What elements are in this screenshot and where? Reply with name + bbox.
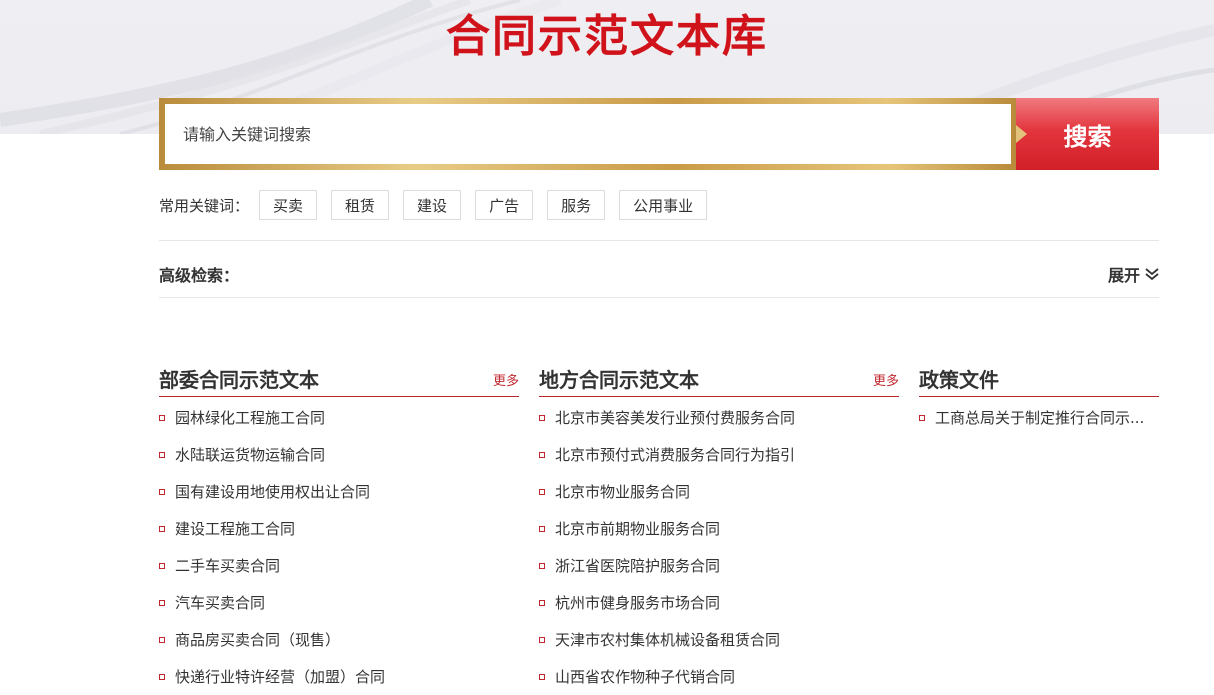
column-title: 政策文件	[919, 368, 999, 392]
square-bullet-icon	[159, 414, 165, 421]
common-keywords: 常用关键词： 买卖 租赁 建设 广告 服务 公用事业	[159, 190, 721, 220]
list-item[interactable]: 天津市农村集体机械设备租赁合同	[539, 621, 899, 658]
item-label: 二手车买卖合同	[175, 557, 281, 575]
expand-label: 展开	[1108, 266, 1141, 285]
column-title: 地方合同示范文本	[539, 368, 699, 392]
divider	[159, 297, 1159, 298]
column-header: 部委合同示范文本 更多	[159, 360, 519, 397]
column-title: 部委合同示范文本	[159, 368, 319, 392]
list-item[interactable]: 建设工程施工合同	[159, 510, 519, 547]
square-bullet-icon	[539, 562, 545, 569]
search-button[interactable]: 搜索	[1016, 98, 1159, 170]
list-item[interactable]: 北京市美容美发行业预付费服务合同	[539, 399, 899, 436]
policy-documents-column: 政策文件 工商总局关于制定推行合同示...	[919, 360, 1159, 436]
square-bullet-icon	[159, 451, 165, 458]
item-label: 工商总局关于制定推行合同示...	[935, 409, 1145, 427]
keyword-tag-construction[interactable]: 建设	[403, 190, 462, 220]
keyword-tag-service[interactable]: 服务	[547, 190, 606, 220]
list-item[interactable]: 浙江省医院陪护服务合同	[539, 547, 899, 584]
column-header: 地方合同示范文本 更多	[539, 360, 899, 397]
square-bullet-icon	[159, 562, 165, 569]
keyword-tag-buy-sell[interactable]: 买卖	[259, 190, 318, 220]
more-link[interactable]: 更多	[493, 370, 519, 389]
page-title: 合同示范文本库	[446, 11, 768, 62]
template-list: 园林绿化工程施工合同 水陆联运货物运输合同 国有建设用地使用权出让合同 建设工程…	[159, 399, 519, 695]
search-box	[159, 98, 1017, 170]
item-label: 水陆联运货物运输合同	[175, 446, 326, 464]
keyword-tag-public-utility[interactable]: 公用事业	[619, 190, 708, 220]
item-label: 汽车买卖合同	[175, 594, 266, 612]
list-item[interactable]: 汽车买卖合同	[159, 584, 519, 621]
item-label: 北京市美容美发行业预付费服务合同	[555, 409, 796, 427]
item-label: 北京市预付式消费服务合同行为指引	[555, 446, 796, 464]
item-label: 建设工程施工合同	[175, 520, 296, 538]
list-item[interactable]: 商品房买卖合同（现售）	[159, 621, 519, 658]
list-item[interactable]: 园林绿化工程施工合同	[159, 399, 519, 436]
more-link[interactable]: 更多	[873, 370, 899, 389]
list-item[interactable]: 二手车买卖合同	[159, 547, 519, 584]
keywords-label: 常用关键词：	[159, 196, 250, 215]
square-bullet-icon	[159, 488, 165, 495]
square-bullet-icon	[159, 599, 165, 606]
double-chevron-down-icon	[1145, 268, 1159, 281]
keyword-tag-advertising[interactable]: 广告	[475, 190, 534, 220]
policy-list: 工商总局关于制定推行合同示...	[919, 399, 1159, 436]
list-item[interactable]: 北京市物业服务合同	[539, 473, 899, 510]
square-bullet-icon	[539, 636, 545, 643]
square-bullet-icon	[539, 414, 545, 421]
list-item[interactable]: 杭州市健身服务市场合同	[539, 584, 899, 621]
item-label: 杭州市健身服务市场合同	[555, 594, 721, 612]
ministry-templates-column: 部委合同示范文本 更多 园林绿化工程施工合同 水陆联运货物运输合同 国有建设用地…	[159, 360, 519, 695]
square-bullet-icon	[539, 451, 545, 458]
list-item[interactable]: 工商总局关于制定推行合同示...	[919, 399, 1159, 436]
square-bullet-icon	[539, 599, 545, 606]
list-item[interactable]: 水陆联运货物运输合同	[159, 436, 519, 473]
template-list: 北京市美容美发行业预付费服务合同 北京市预付式消费服务合同行为指引 北京市物业服…	[539, 399, 899, 695]
item-label: 北京市物业服务合同	[555, 483, 691, 501]
item-label: 浙江省医院陪护服务合同	[555, 557, 721, 575]
expand-toggle[interactable]: 展开	[1108, 262, 1160, 286]
square-bullet-icon	[159, 636, 165, 643]
search-arrow-decoration	[1016, 125, 1027, 143]
column-header: 政策文件	[919, 360, 1159, 397]
advanced-search-label: 高级检索：	[159, 266, 240, 285]
keyword-tag-lease[interactable]: 租赁	[331, 190, 390, 220]
item-label: 国有建设用地使用权出让合同	[175, 483, 371, 501]
list-item[interactable]: 国有建设用地使用权出让合同	[159, 473, 519, 510]
item-label: 天津市农村集体机械设备租赁合同	[555, 631, 781, 649]
divider	[159, 240, 1159, 241]
square-bullet-icon	[919, 414, 925, 421]
list-item[interactable]: 北京市前期物业服务合同	[539, 510, 899, 547]
item-label: 园林绿化工程施工合同	[175, 409, 326, 427]
list-item[interactable]: 北京市预付式消费服务合同行为指引	[539, 436, 899, 473]
square-bullet-icon	[539, 525, 545, 532]
square-bullet-icon	[539, 488, 545, 495]
search-input[interactable]	[165, 104, 1011, 164]
item-label: 北京市前期物业服务合同	[555, 520, 721, 538]
square-bullet-icon	[159, 525, 165, 532]
local-templates-column: 地方合同示范文本 更多 北京市美容美发行业预付费服务合同 北京市预付式消费服务合…	[539, 360, 899, 695]
item-label: 商品房买卖合同（现售）	[175, 631, 341, 649]
